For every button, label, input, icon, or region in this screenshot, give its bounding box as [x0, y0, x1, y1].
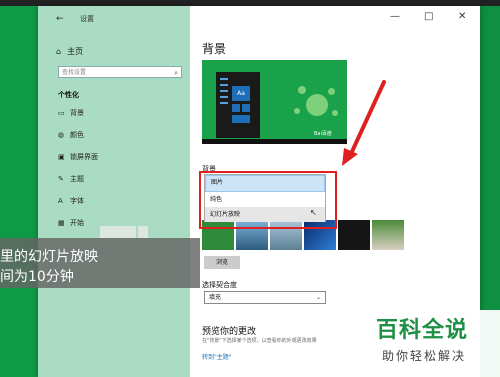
sidebar-item-lockscreen[interactable]: ▣ 锁屏界面	[58, 152, 98, 162]
sidebar-item-label: 颜色	[70, 131, 84, 139]
font-icon: A	[58, 197, 63, 205]
sidebar-item-label: 背景	[70, 109, 84, 117]
watermark-subtitle: 助你轻松解决	[382, 349, 467, 363]
lockscreen-icon: ▣	[58, 153, 65, 161]
browse-button[interactable]: 浏览	[204, 256, 240, 269]
search-input[interactable]: 查找设置 ⌕	[58, 66, 182, 78]
preview-line	[220, 78, 228, 80]
preview-line	[220, 96, 228, 98]
preview-logo-dot	[328, 88, 335, 95]
preview-logo-dot	[332, 110, 338, 116]
home-label: 主页	[67, 47, 84, 56]
preview-line	[220, 102, 228, 104]
fit-label: 选择契合度	[202, 281, 237, 289]
desktop-background-left	[0, 6, 38, 377]
sidebar-item-label: 锁屏界面	[70, 153, 98, 161]
sidebar-item-start[interactable]: ▦ 开始	[58, 218, 84, 228]
sidebar-item-themes[interactable]: ✎ 主题	[58, 174, 84, 184]
sidebar-item-home[interactable]: ⌂ 主页	[56, 46, 83, 57]
search-placeholder: 查找设置	[62, 69, 87, 76]
caption-tab	[138, 226, 148, 238]
sidebar-item-background[interactable]: ▭ 背景	[58, 108, 84, 118]
sidebar-section-title: 个性化	[58, 91, 79, 99]
preview-line	[220, 90, 228, 92]
preview-logo-dot	[294, 108, 300, 114]
sidebar-item-label: 开始	[70, 219, 84, 227]
sidebar-item-label: 主题	[70, 175, 84, 183]
themes-link[interactable]: 转到"主题"	[202, 352, 232, 361]
picture-icon: ▭	[58, 109, 65, 117]
fit-select-value: 填充	[209, 294, 222, 301]
back-arrow-icon[interactable]: ←	[56, 14, 64, 24]
picture-thumbnail[interactable]	[372, 220, 404, 250]
start-icon: ▦	[58, 219, 65, 227]
palette-icon: ◍	[58, 131, 65, 139]
caption-line-1: 里的幻灯片放映	[0, 249, 98, 265]
preview-tile-small	[242, 104, 250, 112]
preview-tile: Aa	[232, 86, 250, 101]
highlight-box	[199, 171, 337, 229]
search-icon[interactable]: ⌕	[174, 67, 178, 79]
caption-line-2: 间为10分钟	[0, 269, 74, 285]
fit-select[interactable]: 填充 ⌄	[204, 291, 326, 304]
preview-tile-wide	[232, 115, 250, 123]
caption-tab	[100, 226, 136, 238]
preview-logo-dot	[298, 86, 306, 94]
sidebar-item-fonts[interactable]: A 字体	[58, 196, 84, 206]
preview-changes-title: 预览你的更改	[202, 327, 257, 337]
preview-tile-small	[232, 104, 240, 112]
chevron-down-icon: ⌄	[315, 294, 321, 301]
preview-taskbar	[202, 139, 347, 144]
preview-logo-text: Bai百度	[314, 131, 332, 137]
sidebar-item-colors[interactable]: ◍ 颜色	[58, 130, 84, 140]
window-title: 设置	[80, 15, 94, 23]
preview-logo-shape	[306, 94, 328, 116]
page-title: 背景	[202, 42, 227, 56]
sidebar-item-label: 字体	[70, 197, 84, 205]
background-preview: Aa Bai百度	[202, 60, 347, 144]
home-icon: ⌂	[56, 47, 62, 56]
settings-sidebar: ← 设置 ⌂ 主页 查找设置 ⌕ 个性化 ▭ 背景 ◍ 颜色 ▣ 锁屏界面 ✎ 主题 A字…	[38, 6, 190, 377]
red-arrow-icon	[342, 80, 386, 166]
picture-thumbnail[interactable]	[338, 220, 370, 250]
theme-icon: ✎	[58, 175, 64, 183]
preview-line	[220, 84, 228, 86]
watermark-title: 百科全说	[376, 318, 469, 343]
